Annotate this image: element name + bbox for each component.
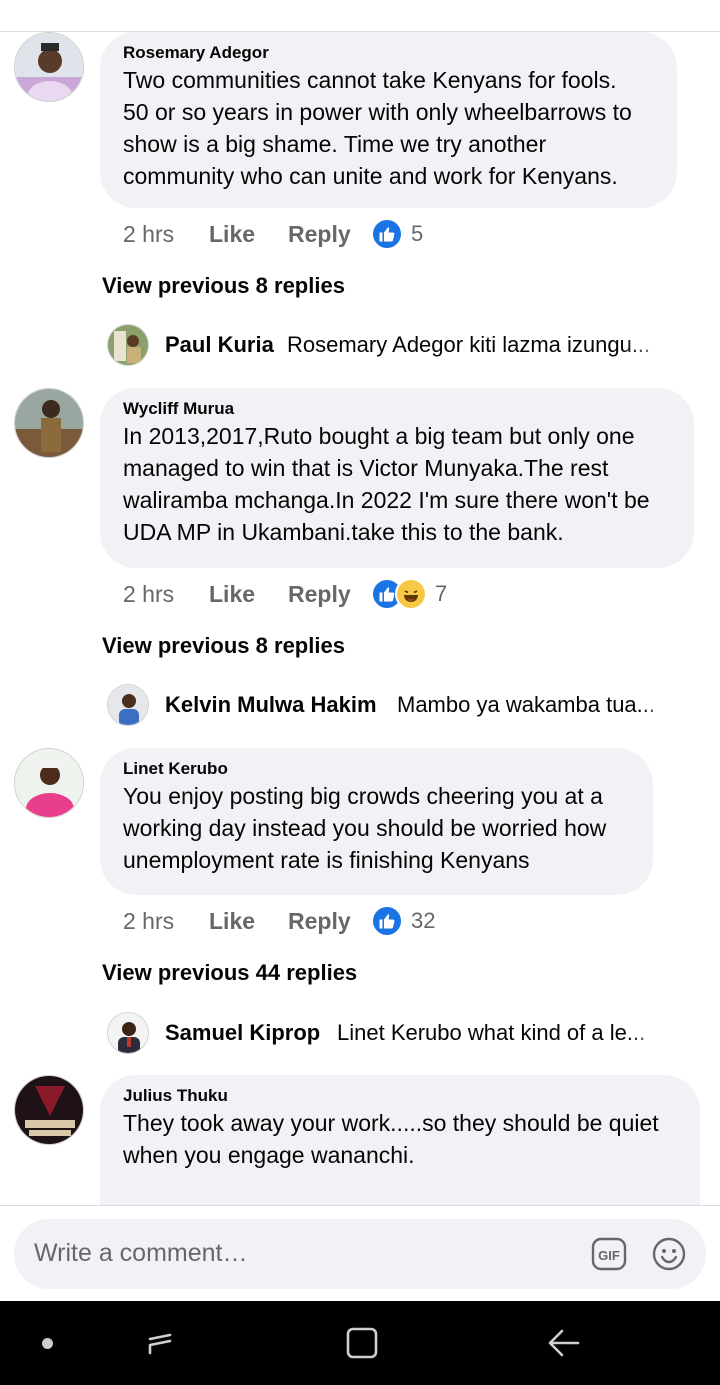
reply-preview-text: Rosemary Adegor kiti lazma izungu... [287, 332, 651, 357]
comment-actions: 2 hrs Like Reply 5 [123, 218, 423, 250]
reaction-count: 7 [435, 581, 448, 606]
reply-button[interactable]: Reply [288, 908, 371, 935]
comment-author[interactable]: Julius Thuku [123, 1085, 676, 1107]
comment-composer: Write a comment… GIF [0, 1205, 720, 1302]
reply-preview-text: Linet Kerubo what kind of a le... [337, 1020, 646, 1045]
recents-icon[interactable] [142, 1325, 178, 1361]
top-bar [0, 0, 720, 32]
latest-reply-row[interactable]: Kelvin Mulwa Hakim Mambo ya wakamba tua.… [107, 684, 687, 726]
reactions-summary[interactable]: 7 [371, 578, 447, 610]
avatar-linet-kerubo[interactable] [14, 748, 84, 818]
comment-time: 2 hrs [123, 580, 175, 607]
view-previous-replies-link[interactable]: View previous 8 replies [102, 633, 345, 659]
avatar-paul-kuria[interactable] [107, 324, 149, 366]
reactions-summary[interactable]: 32 [371, 905, 435, 937]
avatar-samuel-kiprop[interactable] [107, 1012, 149, 1054]
reply-author[interactable]: Samuel Kiprop [165, 1020, 320, 1046]
gif-icon[interactable]: GIF [591, 1237, 627, 1271]
comment-line: show is a big shame. Time we try another [123, 131, 547, 157]
like-icon [371, 905, 403, 937]
comment-line: when you engage wananchi. [123, 1142, 415, 1168]
reply-button[interactable]: Reply [288, 221, 371, 248]
system-navigation-bar [0, 1301, 720, 1385]
comment-line: community who can unite and work for Ken… [123, 163, 618, 189]
comment-author[interactable]: Linet Kerubo [123, 758, 629, 780]
comment-line: managed to win that is Victor Munyaka.Th… [123, 455, 609, 481]
like-button[interactable]: Like [209, 221, 288, 248]
comment-line: They took away your work.....so they sho… [123, 1110, 659, 1136]
view-previous-replies-link[interactable]: View previous 8 replies [102, 273, 345, 299]
comment-input-placeholder: Write a comment… [34, 1239, 248, 1267]
comment-line: unemployment rate is finishing Kenyans [123, 847, 530, 873]
reply-author[interactable]: Kelvin Mulwa Hakim [165, 692, 377, 718]
comment-line: Two communities cannot take Kenyans for … [123, 67, 617, 93]
comment-line: 50 or so years in power with only wheelb… [123, 99, 632, 125]
comment-author[interactable]: Wycliff Murua [123, 398, 670, 420]
avatar-wycliff-murua[interactable] [14, 388, 84, 458]
latest-reply-row[interactable]: Paul Kuria Rosemary Adegor kiti lazma iz… [107, 324, 687, 366]
like-button[interactable]: Like [209, 908, 288, 935]
home-icon[interactable] [344, 1325, 380, 1361]
latest-reply-row[interactable]: Samuel Kiprop Linet Kerubo what kind of … [107, 1012, 687, 1054]
reaction-count: 32 [411, 908, 436, 933]
reply-button[interactable]: Reply [288, 581, 371, 608]
avatar-kelvin-mulwa-hakim[interactable] [107, 684, 149, 726]
comment-line: waliramba mchanga.In 2022 I'm sure there… [123, 487, 650, 513]
reaction-count: 5 [411, 221, 424, 246]
like-icon [371, 218, 403, 250]
comment-bubble[interactable]: Rosemary Adegor Two communities cannot t… [100, 32, 677, 208]
reply-author[interactable]: Paul Kuria [165, 332, 274, 358]
haha-icon [395, 578, 427, 610]
comment-line: In 2013,2017,Ruto bought a big team but … [123, 423, 635, 449]
comment-line: UDA MP in Ukambani.take this to the bank… [123, 519, 564, 545]
comment-bubble[interactable]: Linet Kerubo You enjoy posting big crowd… [100, 748, 653, 895]
comment-bubble[interactable]: Wycliff Murua In 2013,2017,Ruto bought a… [100, 388, 694, 568]
like-button[interactable]: Like [209, 581, 288, 608]
svg-text:GIF: GIF [598, 1248, 620, 1263]
comment-line: working day instead you should be worrie… [123, 815, 607, 841]
reactions-summary[interactable]: 5 [371, 218, 423, 250]
comment-bubble[interactable]: Julius Thuku They took away your work...… [100, 1075, 700, 1205]
comment-time: 2 hrs [123, 907, 175, 934]
view-previous-replies-link[interactable]: View previous 44 replies [102, 960, 357, 986]
avatar-julius-thuku[interactable] [14, 1075, 84, 1145]
comment-line: You enjoy posting big crowds cheering yo… [123, 783, 603, 809]
emoji-icon[interactable] [652, 1237, 686, 1271]
reply-preview-text: Mambo ya wakamba tua... [397, 692, 656, 717]
comment-actions: 2 hrs Like Reply 32 [123, 905, 435, 937]
comment-input[interactable]: Write a comment… GIF [14, 1219, 706, 1289]
back-icon[interactable] [546, 1325, 582, 1361]
assistant-dot-icon[interactable] [42, 1338, 53, 1349]
avatar-rosemary-adegor[interactable] [14, 32, 84, 102]
comment-time: 2 hrs [123, 220, 175, 247]
comments-list[interactable]: Rosemary Adegor Two communities cannot t… [0, 32, 720, 1205]
comment-author[interactable]: Rosemary Adegor [123, 42, 653, 64]
comment-actions: 2 hrs Like Reply 7 [123, 578, 447, 610]
